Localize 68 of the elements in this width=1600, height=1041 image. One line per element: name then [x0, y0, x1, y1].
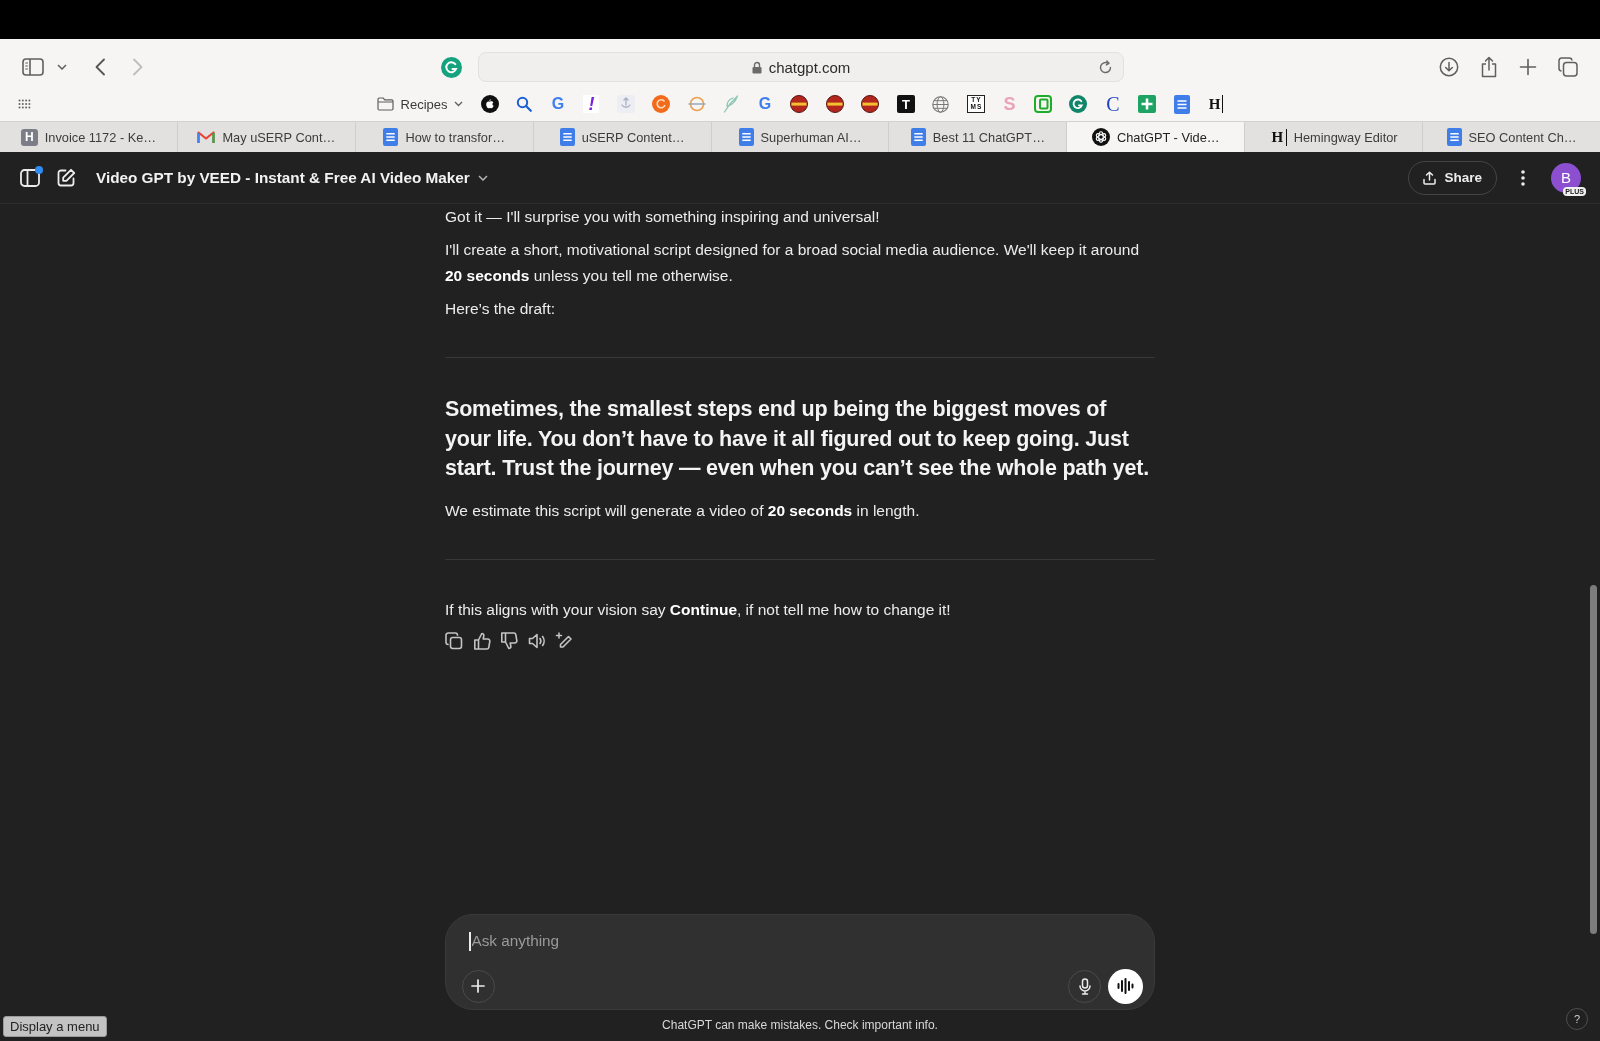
- favicon-letter[interactable]: !: [583, 95, 600, 113]
- document-icon: [738, 128, 754, 146]
- search-icon[interactable]: [516, 96, 533, 112]
- document-icon: [1446, 128, 1462, 146]
- pencil-sparkle-icon[interactable]: [555, 632, 573, 651]
- message-input[interactable]: Ask anything: [470, 930, 1143, 952]
- chevron-down-icon: [454, 101, 464, 107]
- browser-tab[interactable]: H Invoice 1172 - Ke…: [0, 122, 177, 152]
- dots-grid-icon[interactable]: [18, 99, 31, 109]
- voice-mode-button[interactable]: [1108, 968, 1143, 1004]
- favicon-letter[interactable]: G: [550, 95, 566, 113]
- menu-tooltip: Display a menu: [3, 1016, 107, 1037]
- more-icon[interactable]: [1521, 169, 1525, 186]
- plus-tile-icon[interactable]: [1138, 95, 1157, 113]
- favicon-letter[interactable]: C: [1105, 95, 1121, 113]
- thumbs-down-icon[interactable]: [500, 632, 518, 651]
- favicon-letter: H: [1269, 128, 1287, 146]
- message-paragraph: If this aligns with your vision say Continue, if not tell me how to change it!: [445, 600, 952, 621]
- back-icon[interactable]: [94, 58, 106, 76]
- knot-icon: [1091, 128, 1110, 146]
- scrollbar-thumb[interactable]: [1590, 585, 1597, 934]
- overlapping-squares-icon[interactable]: [1558, 57, 1578, 77]
- reload-icon[interactable]: [1098, 59, 1113, 75]
- document-icon: [383, 128, 399, 146]
- copy-icon[interactable]: [445, 632, 463, 651]
- share-button[interactable]: Share: [1408, 160, 1497, 195]
- message-paragraph: We estimate this script will generate a video of 20 seconds in length.: [445, 500, 921, 521]
- document-icon: [910, 128, 926, 146]
- edit-icon[interactable]: [56, 167, 76, 188]
- download-icon[interactable]: [1439, 57, 1459, 77]
- globe-icon[interactable]: [932, 95, 950, 113]
- circle-arc-icon[interactable]: [441, 56, 462, 78]
- favicon-letter: H: [20, 128, 38, 146]
- chevron-down-icon[interactable]: [57, 64, 67, 70]
- nested-squares-icon[interactable]: [1034, 95, 1052, 113]
- circle-arc-icon[interactable]: [1069, 95, 1088, 113]
- sound-wave-icon: [1117, 978, 1134, 994]
- disclaimer-text: ChatGPT can make mistakes. Check important info.: [662, 1017, 938, 1034]
- striped-disc-icon[interactable]: [790, 95, 809, 113]
- favicon-letter[interactable]: H: [1207, 95, 1224, 113]
- document-icon: [559, 128, 575, 146]
- document-icon[interactable]: [1174, 94, 1190, 114]
- thumbs-up-icon[interactable]: [472, 632, 491, 651]
- message-paragraph: I'll create a short, motivational script designed for a broad social media audience. We'll keep it around 20 seconds unless you tell me otherwise.: [445, 240, 1141, 286]
- address-bar[interactable]: chatgpt.com: [478, 52, 1124, 82]
- bookmark-folder[interactable]: Recipes: [376, 96, 464, 112]
- message-paragraph: Got it — I'll surprise you with something inspiring and universal!: [445, 207, 881, 227]
- message-paragraph: Here’s the draft:: [445, 298, 556, 319]
- share-icon[interactable]: [1480, 56, 1498, 78]
- browser-tab[interactable]: ChatGPT - Vide…: [1066, 122, 1245, 152]
- microphone-icon: [1078, 977, 1091, 995]
- envelope-icon: [197, 130, 216, 144]
- plus-icon[interactable]: [1519, 58, 1537, 76]
- plus-icon: [471, 979, 485, 993]
- chevron-down-icon: [477, 174, 488, 181]
- favicon-letter[interactable]: G: [757, 95, 773, 113]
- striped-disc-icon[interactable]: [861, 95, 880, 113]
- striped-disc-icon[interactable]: [826, 95, 844, 113]
- folder-icon: [376, 97, 394, 111]
- share-icon: [1423, 170, 1437, 185]
- gpt-title[interactable]: Video GPT by VEED - Instant & Free AI Video Maker: [96, 168, 488, 187]
- script-heading: Sometimes, the smallest steps end up being the biggest moves of your life. You don’t have to have it all figured out to keep going. Just start. Trust the journey — even when you can’t see the whole path yet.: [445, 396, 1151, 483]
- speaker-icon[interactable]: [527, 632, 546, 651]
- apple-icon[interactable]: [481, 95, 499, 113]
- arc-disc-icon[interactable]: [652, 95, 671, 113]
- lock-icon: [751, 60, 762, 74]
- text-cursor-icon: [468, 931, 471, 951]
- favicon-letter[interactable]: T: [897, 95, 915, 113]
